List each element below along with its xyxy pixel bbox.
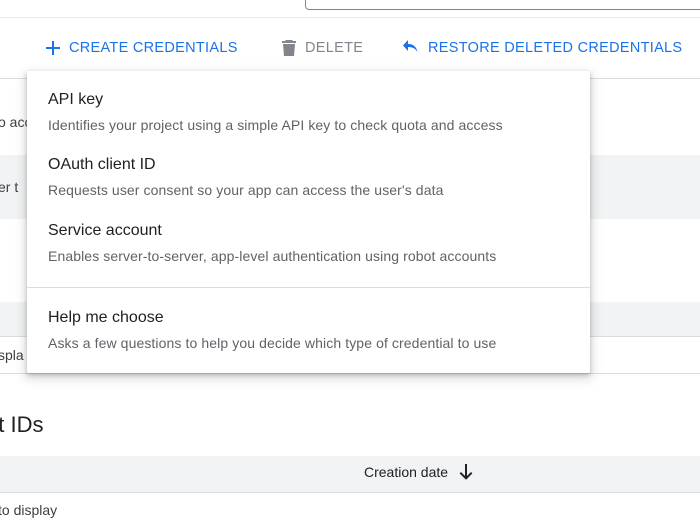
menu-item-api-key[interactable]: API key Identifies your project using a …: [27, 79, 590, 139]
create-credentials-button[interactable]: CREATE CREDENTIALS: [43, 38, 238, 58]
background-header-fragment: er t: [0, 179, 19, 195]
menu-item-help-me-choose[interactable]: Help me choose Asks a few questions to h…: [27, 297, 590, 357]
create-credentials-menu: API key Identifies your project using a …: [27, 71, 590, 373]
delete-button[interactable]: DELETE: [279, 38, 363, 58]
arrow-down-icon: [458, 463, 474, 481]
menu-item-oauth-client-id[interactable]: OAuth client ID Requests user consent so…: [27, 144, 590, 204]
search-input[interactable]: [305, 0, 700, 10]
trash-icon: [279, 38, 299, 58]
background-empty-fragment: spla: [0, 347, 24, 363]
oauth-client-ids-heading: nt IDs: [0, 412, 44, 437]
menu-item-description: Asks a few questions to help you decide …: [48, 335, 497, 351]
menu-item-title: Help me choose: [48, 309, 164, 326]
menu-item-description: Requests user consent so your app can ac…: [48, 182, 444, 198]
row-divider: [0, 492, 700, 493]
undo-icon: [402, 38, 422, 58]
menu-item-description: Enables server-to-server, app-level auth…: [48, 248, 497, 264]
restore-deleted-credentials-button[interactable]: RESTORE DELETED CREDENTIALS: [402, 38, 682, 58]
create-credentials-label: CREATE CREDENTIALS: [69, 40, 238, 56]
menu-item-description: Identifies your project using a simple A…: [48, 117, 503, 133]
creation-date-column-header[interactable]: Creation date: [364, 463, 474, 481]
menu-item-title: API key: [48, 91, 104, 108]
menu-divider: [27, 287, 590, 288]
delete-label: DELETE: [305, 40, 364, 56]
plus-icon: [43, 38, 63, 58]
action-bar: CREATE CREDENTIALS DELETE RESTORE DELETE…: [0, 18, 700, 78]
table-header-band: [0, 456, 700, 492]
restore-deleted-credentials-label: RESTORE DELETED CREDENTIALS: [428, 40, 683, 56]
menu-item-title: OAuth client ID: [48, 156, 156, 173]
creation-date-label: Creation date: [364, 464, 449, 480]
credentials-page: CREATE CREDENTIALS DELETE RESTORE DELETE…: [0, 0, 700, 522]
empty-table-text: to display: [0, 502, 58, 518]
row-divider: [0, 373, 700, 374]
menu-item-title: Service account: [48, 222, 162, 239]
menu-item-service-account[interactable]: Service account Enables server-to-server…: [27, 210, 590, 270]
